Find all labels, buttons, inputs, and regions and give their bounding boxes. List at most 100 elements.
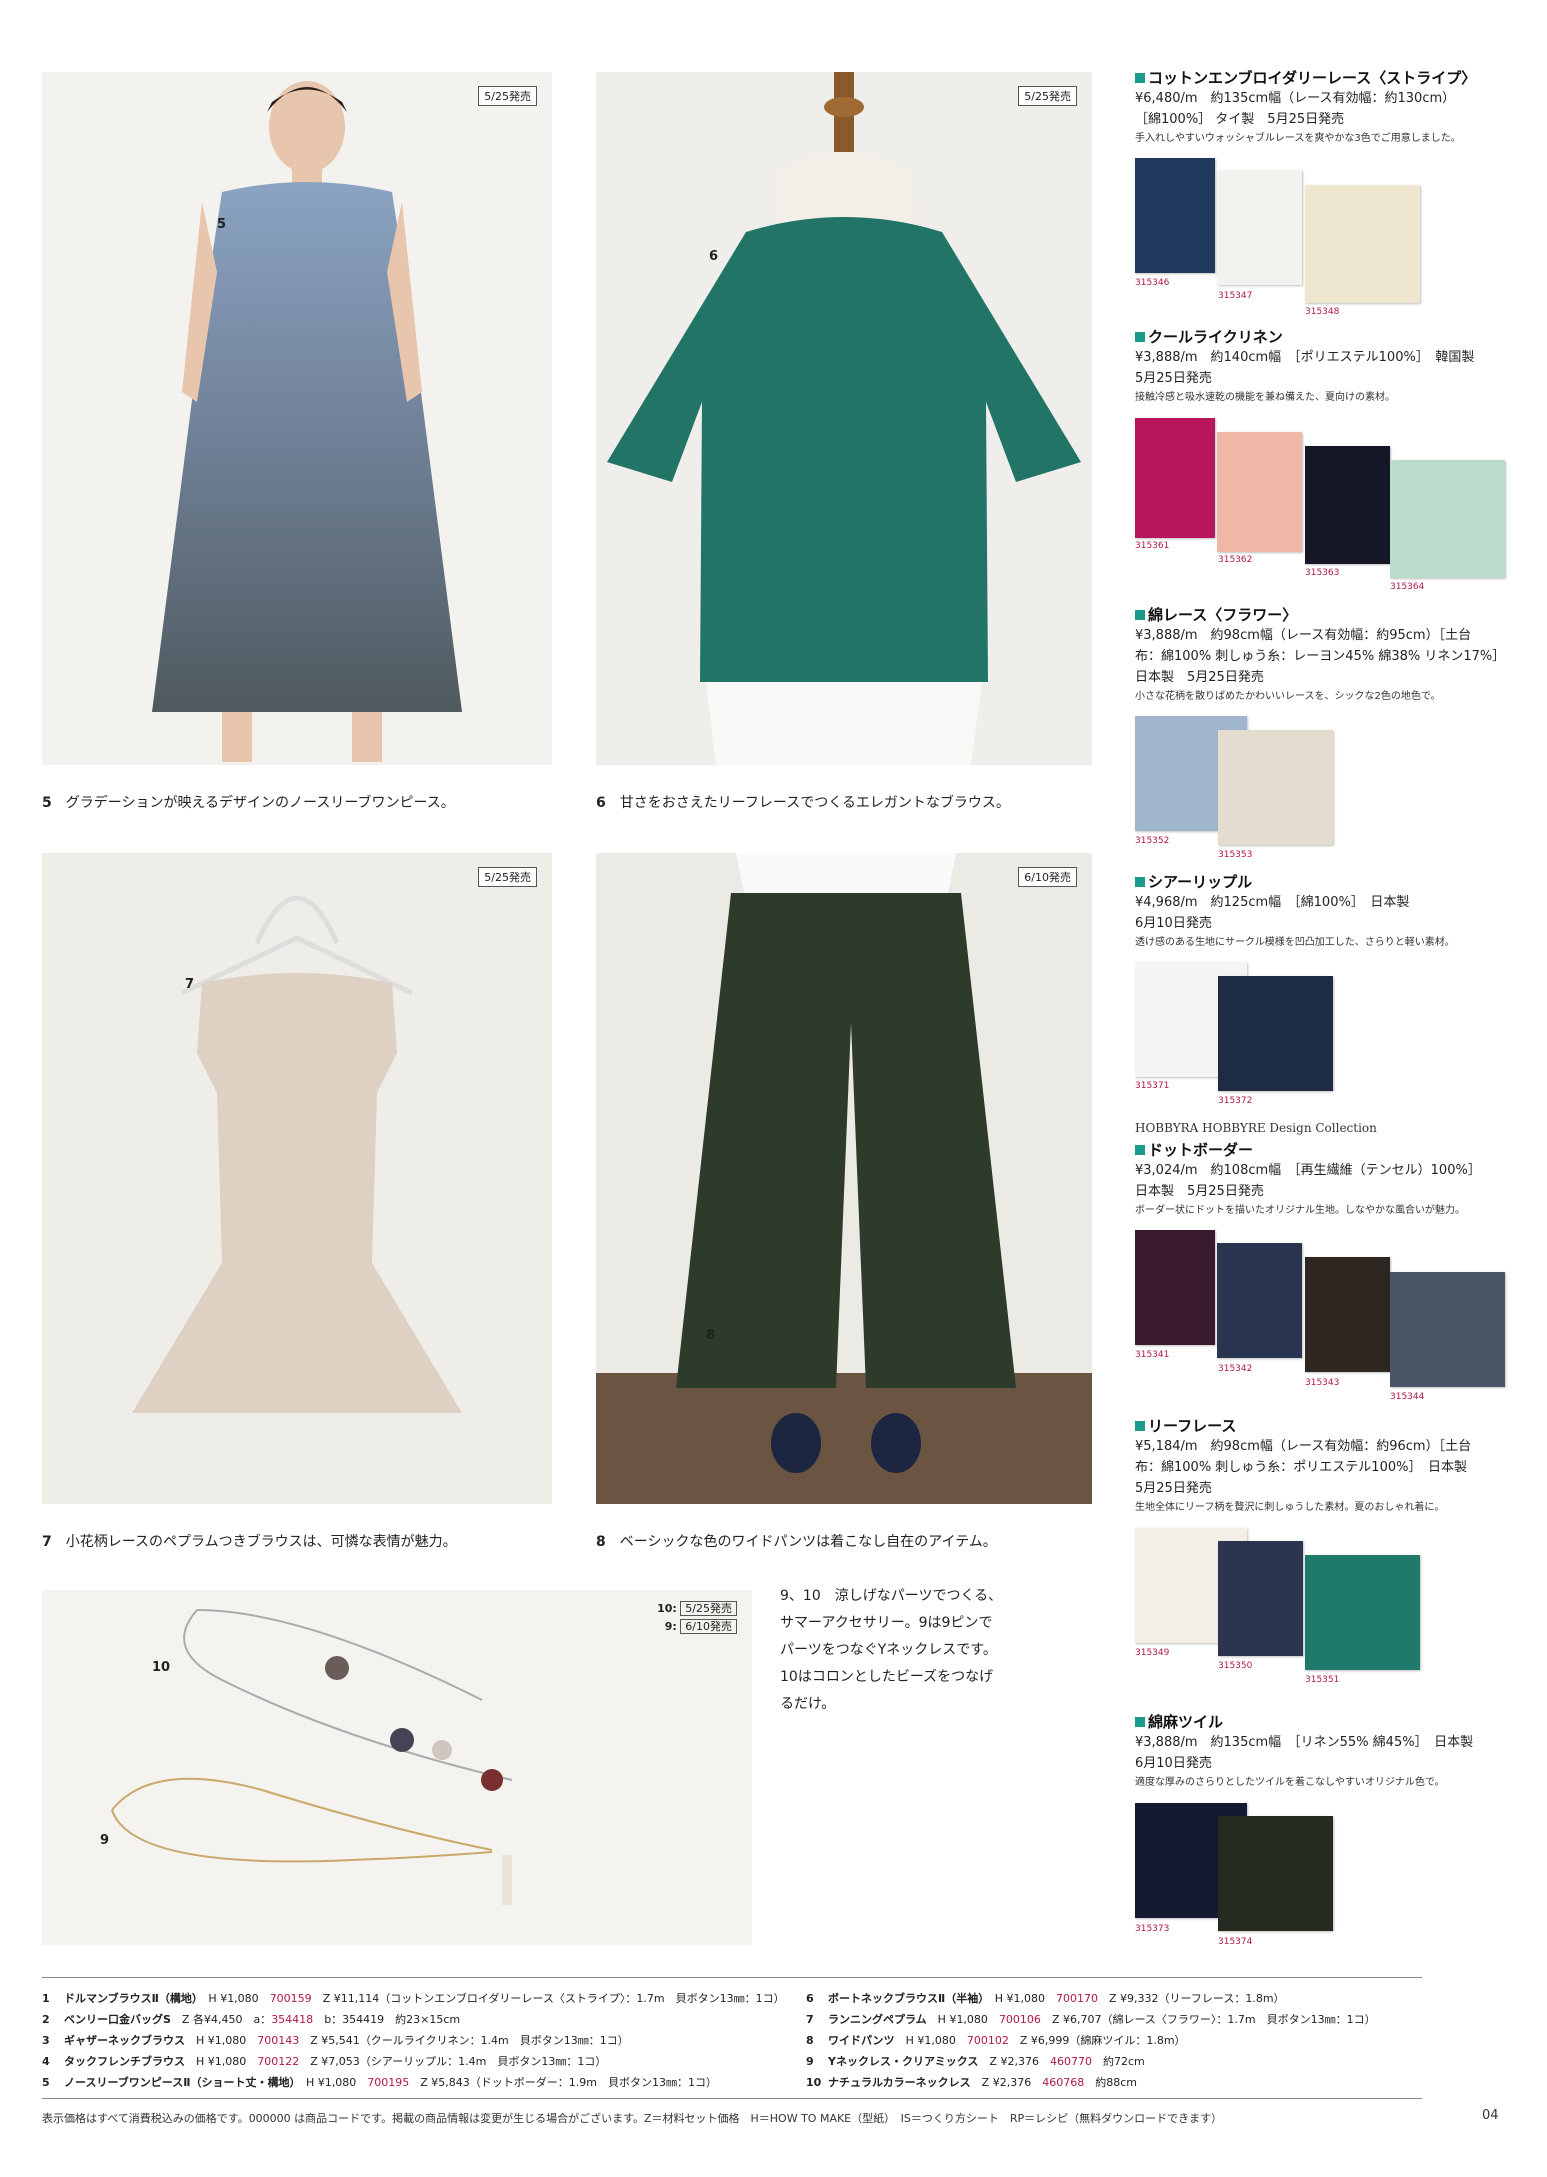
table-row: 2 ベンリー口金バッグS Z 各¥4,450 a：354418 b：354419 … <box>42 2013 461 2026</box>
product-code: 315344 <box>1390 1392 1425 1402</box>
swatch-315344 <box>1390 1272 1505 1387</box>
swatch-315346 <box>1135 158 1215 273</box>
caption-5: 5 グラデーションが映えるデザインのノースリーブワンピース。 <box>42 795 455 811</box>
table-row: 8 ワイドパンツ H ¥1,080 700102 Z ¥6,999（綿麻ツイル：1… <box>806 2034 1186 2047</box>
photo-peplum: 7 5/25発売 <box>42 853 552 1504</box>
table-row: 4 タックフレンチブラウス H ¥1,080 700122 Z ¥7,053（シア… <box>42 2055 607 2068</box>
photo-necklaces: 10 9 <box>42 1590 752 1945</box>
swatch-315363 <box>1305 446 1390 564</box>
square-bullet-icon <box>1135 1145 1145 1155</box>
table-row: 9 Yネックレス・クリアミックス Z ¥2,376 460770 約72cm <box>806 2055 1145 2068</box>
table-row: 1 ドルマンブラウスⅡ（構地） H ¥1,080 700159 Z ¥11,114… <box>42 1992 785 2005</box>
swatch-315353 <box>1218 730 1333 845</box>
release-badge: 5/25発売 <box>680 1601 737 1616</box>
swatch-315348 <box>1305 185 1420 303</box>
fabric-block: 綿レース〈フラワー〉 ¥3,888/m 約98cm幅（レース有効幅：約95cm）… <box>1135 605 1515 706</box>
product-code: 315341 <box>1135 1350 1170 1360</box>
swatch-315342 <box>1217 1243 1302 1358</box>
table-row: 3 ギャザーネックブラウス H ¥1,080 700143 Z ¥5,541（クー… <box>42 2034 629 2047</box>
product-code: 315372 <box>1218 1096 1253 1106</box>
page-number: 04 <box>1482 2108 1499 2123</box>
swatch-315343 <box>1305 1257 1390 1372</box>
photo-number: 7 <box>185 977 195 992</box>
product-code: 315363 <box>1305 568 1340 578</box>
fabric-title: リーフレース <box>1135 1416 1515 1436</box>
fabric-title: ドットボーダー <box>1135 1140 1515 1160</box>
photo-number: 8 <box>706 1328 716 1343</box>
photo-pants: 8 6/10発売 <box>596 853 1092 1504</box>
table-divider <box>42 1977 1422 1978</box>
product-code: 315373 <box>1135 1924 1170 1934</box>
peplum-illustration <box>132 895 462 1413</box>
pants-illustration <box>596 853 1092 1504</box>
release-badge: 5/25発売 <box>478 86 537 106</box>
product-code: 315346 <box>1135 278 1170 288</box>
square-bullet-icon <box>1135 1717 1145 1727</box>
photo-number: 5 <box>217 217 227 232</box>
photo-number: 9 <box>100 1833 110 1848</box>
fabric-title: 綿レース〈フラワー〉 <box>1135 605 1515 625</box>
product-code: 315362 <box>1218 555 1253 565</box>
product-code: 315348 <box>1305 307 1340 317</box>
fabric-block: シアーリップル ¥4,968/m 約125cm幅 ［綿100%］ 日本製 6月1… <box>1135 872 1515 952</box>
square-bullet-icon <box>1135 877 1145 887</box>
product-code: 315342 <box>1218 1364 1253 1374</box>
fabric-title: コットンエンブロイダリーレース〈ストライプ〉 <box>1135 68 1515 88</box>
accessory-badges: 10: 5/25発売 9: 6/10発売 <box>645 1600 737 1636</box>
caption-8: 8 ベーシックな色のワイドパンツは着こなし自在のアイテム。 <box>596 1534 997 1550</box>
product-code: 315371 <box>1135 1081 1170 1091</box>
swatch-315362 <box>1217 432 1302 552</box>
swatch-315374 <box>1218 1816 1333 1931</box>
fabric-block: リーフレース ¥5,184/m 約98cm幅（レース有効幅：約96cm）［土台 … <box>1135 1416 1515 1517</box>
table-row: 10 ナチュラルカラーネックレス Z ¥2,376 460768 約88cm <box>806 2076 1137 2089</box>
product-code: 315351 <box>1305 1675 1340 1685</box>
fabric-block: クールライクリネン ¥3,888/m 約140cm幅 ［ポリエステル100%］ … <box>1135 327 1515 407</box>
photo-number: 6 <box>709 249 719 264</box>
product-code: 315350 <box>1218 1661 1253 1671</box>
footer-note: 表示価格はすべて消費税込みの価格です。000000 は商品コードです。掲載の商品… <box>42 2112 1223 2125</box>
fabric-block: コットンエンブロイダリーレース〈ストライプ〉 ¥6,480/m 約135cm幅（… <box>1135 68 1515 148</box>
photo-blouse: 6 5/25発売 <box>596 72 1092 765</box>
table-row: 6 ボートネックブラウスⅡ（半袖） H ¥1,080 700170 Z ¥9,33… <box>806 1992 1285 2005</box>
table-divider <box>42 2098 1422 2099</box>
fabric-title: 綿麻ツイル <box>1135 1712 1515 1732</box>
square-bullet-icon <box>1135 332 1145 342</box>
product-code: 315352 <box>1135 836 1170 846</box>
product-code: 315349 <box>1135 1648 1170 1658</box>
square-bullet-icon <box>1135 73 1145 83</box>
product-code: 315374 <box>1218 1937 1253 1947</box>
fabric-title: シアーリップル <box>1135 872 1515 892</box>
blouse-illustration <box>607 72 1081 765</box>
release-badge: 5/25発売 <box>478 867 537 887</box>
swatch-315372 <box>1218 976 1333 1091</box>
swatch-315364 <box>1390 460 1505 578</box>
fabric-block: 綿麻ツイル ¥3,888/m 約135cm幅 ［リネン55% 綿45%］ 日本製… <box>1135 1712 1515 1792</box>
dress-illustration <box>152 81 462 762</box>
table-row: 5 ノースリーブワンピースⅡ（ショート丈・構地） H ¥1,080 700195 … <box>42 2076 717 2089</box>
product-code: 315353 <box>1218 850 1253 860</box>
swatch-315361 <box>1135 418 1215 538</box>
product-code: 315361 <box>1135 541 1170 551</box>
photo-number: 10 <box>152 1660 171 1675</box>
square-bullet-icon <box>1135 610 1145 620</box>
fabric-title: クールライクリネン <box>1135 327 1515 347</box>
necklace-illustration <box>111 1609 513 1905</box>
product-code: 315343 <box>1305 1378 1340 1388</box>
product-code: 315364 <box>1390 582 1425 592</box>
accessory-description: 9、10 涼しげなパーツでつくる、 サマーアクセサリー。9は9ピンで パーツをつ… <box>780 1588 1003 1712</box>
release-badge: 5/25発売 <box>1018 86 1077 106</box>
table-row: 7 ランニングペプラム H ¥1,080 700106 Z ¥6,707（綿レース… <box>806 2013 1376 2026</box>
swatch-315347 <box>1217 170 1302 285</box>
swatch-315351 <box>1305 1555 1420 1670</box>
release-badge: 6/10発売 <box>1018 867 1077 887</box>
caption-7: 7 小花柄レースのペプラムつきブラウスは、可憐な表情が魅力。 <box>42 1534 457 1550</box>
square-bullet-icon <box>1135 1421 1145 1431</box>
caption-6: 6 甘さをおさえたリーフレースでつくるエレガントなブラウス。 <box>596 795 1010 811</box>
product-code: 315347 <box>1218 291 1253 301</box>
swatch-315350 <box>1218 1541 1303 1656</box>
swatch-315341 <box>1135 1230 1215 1345</box>
brand-line: HOBBYRA HOBBYRE Design Collection <box>1135 1121 1377 1135</box>
release-badge: 6/10発売 <box>680 1619 737 1634</box>
photo-dress: 5 5/25発売 <box>42 72 552 765</box>
fabric-block: ドットボーダー ¥3,024/m 約108cm幅 ［再生繊維（テンセル）100%… <box>1135 1140 1515 1220</box>
